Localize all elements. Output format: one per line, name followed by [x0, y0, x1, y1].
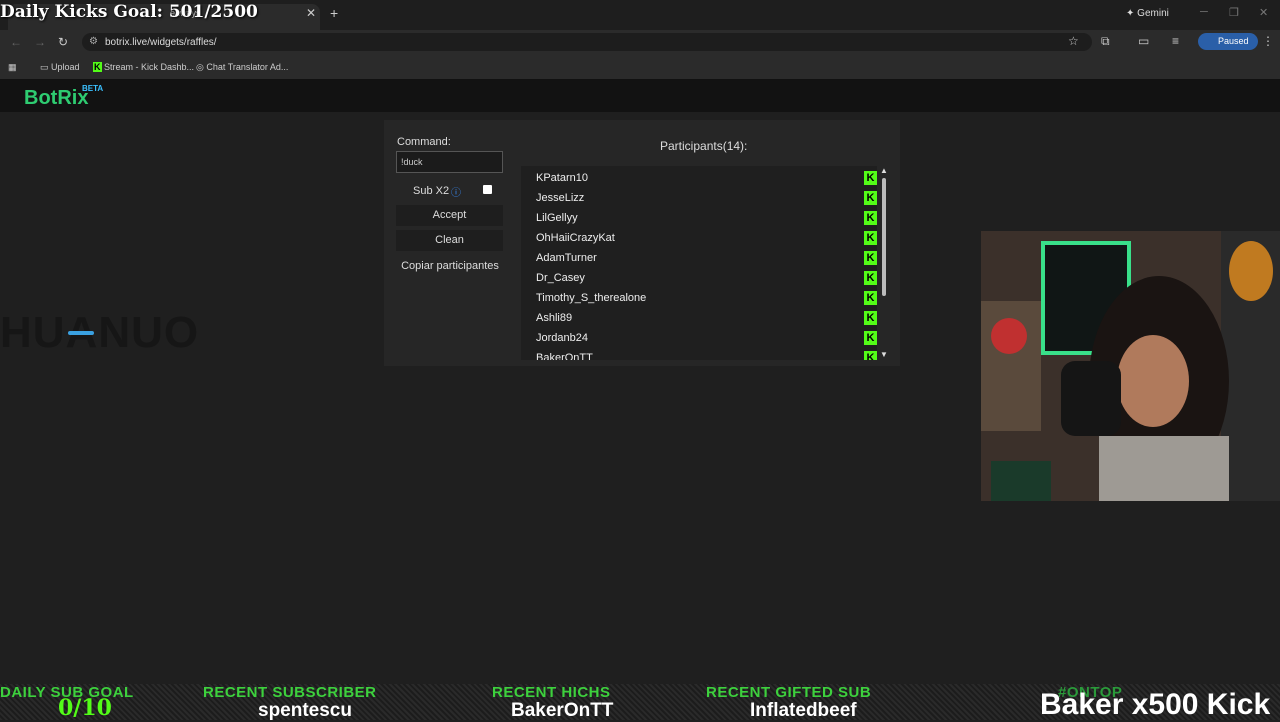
participants-list[interactable]: KPatarn10 K JesseLizz K LilGellyy K OhHaiiC…	[521, 166, 877, 360]
kick-icon: K	[864, 291, 877, 305]
command-label: Command:	[397, 136, 451, 148]
recent-kicks-value: BakerOnTT	[511, 700, 614, 721]
beta-badge: BETA	[82, 84, 104, 93]
participant-name: OhHaiiCrazyKat	[536, 232, 615, 244]
participant-row[interactable]: OhHaiiCrazyKat K	[536, 228, 877, 248]
participant-row[interactable]: Ashli89 K	[536, 308, 877, 328]
daily-sub-goal-value: 0/10	[58, 695, 112, 721]
menu-icon[interactable]: ⋮	[1262, 34, 1274, 48]
accept-button[interactable]: Accept	[396, 205, 503, 226]
maximize-icon[interactable]: ❐	[1229, 6, 1239, 19]
participant-row[interactable]: Dr_Casey K	[536, 268, 877, 288]
participant-row[interactable]: BakerOnTT K	[536, 348, 877, 360]
bookmark-star-icon[interactable]: ☆	[1068, 34, 1079, 48]
bookmark-label: Stream - Kick Dashb...	[104, 62, 195, 72]
participant-name: AdamTurner	[536, 252, 597, 264]
webcam-feed	[981, 231, 1280, 501]
botrix-logo[interactable]: BotRix	[24, 87, 88, 110]
profile-status: Paused	[1218, 36, 1249, 46]
kick-icon: K	[864, 251, 877, 265]
extensions-icon[interactable]: ⧉	[1101, 34, 1110, 49]
recent-subscriber-label: RECENT SUBSCRIBER	[203, 684, 377, 701]
recent-subscriber-value: spentescu	[258, 700, 352, 721]
sub-x2-checkbox[interactable]	[483, 185, 492, 194]
sub-x2-label: Sub X2	[413, 185, 450, 197]
kick-icon: K	[864, 211, 877, 225]
minimize-icon[interactable]: ─	[1200, 6, 1208, 18]
scroll-thumb[interactable]	[882, 178, 886, 296]
recent-kicks-label: RECENT HICHS	[492, 684, 611, 701]
reload-icon[interactable]: ↻	[58, 35, 68, 49]
bookmark-stream[interactable]: K Stream - Kick Dashb...	[93, 62, 194, 72]
apps-icon[interactable]: ▦	[8, 62, 17, 73]
media-icon[interactable]: ≡	[1172, 34, 1179, 48]
clean-button[interactable]: Clean	[396, 230, 503, 251]
app-header	[0, 80, 1280, 112]
participant-name: KPatarn10	[536, 172, 588, 184]
participant-row[interactable]: Jordanb24 K	[536, 328, 877, 348]
kick-icon: K	[864, 351, 877, 360]
new-tab-icon[interactable]: +	[330, 5, 338, 21]
participant-name: Jordanb24	[536, 332, 588, 344]
kick-icon: K	[864, 271, 877, 285]
kicks-goal-overlay: Daily Kicks Goal: 501/2500	[0, 2, 258, 22]
kick-icon: K	[864, 171, 877, 185]
gemini-button[interactable]: ✦ Gemini	[1126, 8, 1169, 19]
kick-icon: K	[864, 331, 877, 345]
profile-button[interactable]: Paused	[1198, 33, 1258, 50]
close-icon[interactable]: ✕	[306, 6, 316, 20]
participant-row[interactable]: JesseLizz K	[536, 188, 877, 208]
webcam-scene	[981, 231, 1280, 501]
window-close-icon[interactable]: ✕	[1259, 6, 1268, 19]
command-input[interactable]	[396, 151, 503, 173]
participant-row[interactable]: KPatarn10 K	[536, 168, 877, 188]
watermark-accent	[68, 331, 94, 335]
back-icon[interactable]: ←	[10, 35, 22, 49]
kick-icon: K	[864, 231, 877, 245]
cast-icon[interactable]: ▭	[1138, 34, 1149, 48]
participant-name: Dr_Casey	[536, 272, 585, 284]
participant-name: Ashli89	[536, 312, 573, 324]
info-icon[interactable]: ⓘ	[451, 184, 461, 199]
kick-icon: K	[864, 311, 877, 325]
recent-gifted-sub-value: Inflatedbeef	[750, 700, 857, 721]
copy-participants-button[interactable]: Copiar participantes	[396, 256, 504, 277]
scroll-up-icon[interactable]: ▲	[880, 166, 888, 175]
participant-name: BakerOnTT	[536, 352, 593, 360]
kick-icon: K	[864, 191, 877, 205]
scroll-down-icon[interactable]: ▼	[880, 350, 888, 359]
recent-gifted-sub-label: RECENT GIFTED SUB	[706, 684, 872, 701]
bookmark-label: Upload	[51, 62, 80, 72]
omnibox[interactable]	[82, 33, 1092, 51]
kick-icon: K	[93, 62, 102, 72]
bookmark-upload[interactable]: ▭ Upload	[40, 62, 80, 73]
bookmark-label: Chat Translator Ad...	[206, 62, 289, 72]
participants-title: Participants(14):	[660, 139, 748, 153]
participant-name: LilGellyy	[536, 212, 578, 224]
forward-icon[interactable]: →	[34, 35, 46, 49]
participant-row[interactable]: AdamTurner K	[536, 248, 877, 268]
bookmark-translator[interactable]: ◎ Chat Translator Ad...	[196, 62, 288, 73]
participant-row[interactable]: LilGellyy K	[536, 208, 877, 228]
gemini-label: Gemini	[1137, 8, 1169, 19]
site-info-icon[interactable]: ⚙	[89, 36, 98, 47]
url-text[interactable]: botrix.live/widgets/raffles/	[105, 37, 217, 48]
participant-name: JesseLizz	[536, 192, 585, 204]
participant-row[interactable]: Timothy_S_therealone K	[536, 288, 877, 308]
ontop-value: Baker x500 Kick	[1040, 688, 1271, 721]
participant-name: Timothy_S_therealone	[536, 292, 647, 304]
huanuo-watermark: HUANUO	[0, 308, 200, 357]
